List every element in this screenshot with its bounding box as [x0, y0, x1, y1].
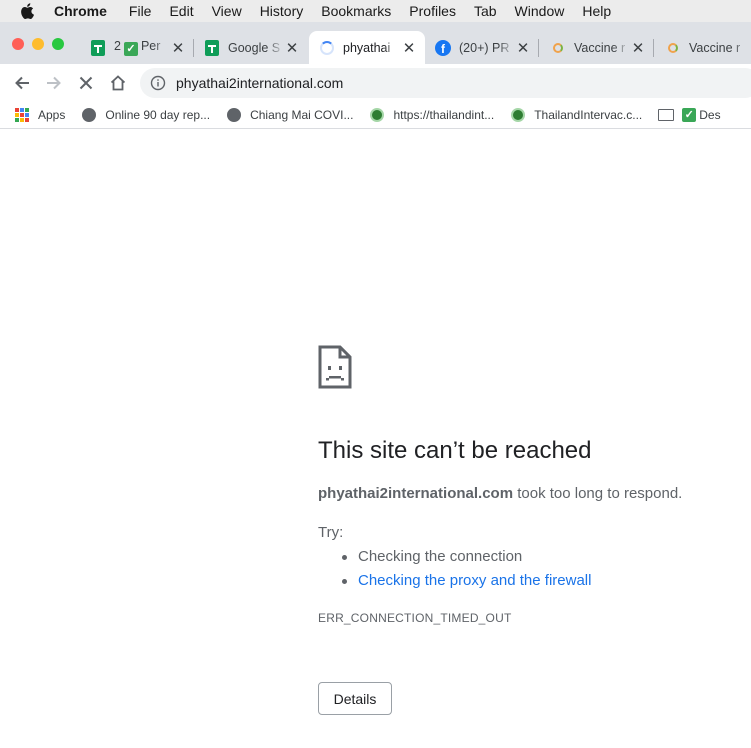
window-close-button[interactable]: [12, 38, 24, 50]
close-tab-icon[interactable]: ✕: [630, 39, 646, 57]
menu-tab[interactable]: Tab: [474, 3, 497, 19]
globe-icon: [226, 107, 242, 123]
bookmark-thailandintervac[interactable]: ThailandIntervac.c...: [510, 107, 642, 123]
menu-edit[interactable]: Edit: [169, 3, 193, 19]
bookmark-folder-des[interactable]: ✓ Des: [658, 107, 721, 123]
bookmark-label: Online 90 day rep...: [105, 108, 211, 122]
tab-1[interactable]: 2 ✓ Per ✕: [80, 31, 194, 64]
menu-app-chrome[interactable]: Chrome: [54, 3, 107, 19]
apple-icon[interactable]: [18, 3, 36, 19]
suggestion-check-connection: Checking the connection: [340, 548, 591, 572]
thai-site-icon: [510, 107, 526, 123]
vaccine-site-icon: [550, 40, 566, 56]
site-info-icon[interactable]: [150, 75, 166, 91]
bookmark-apps[interactable]: Apps: [14, 107, 65, 123]
vaccine-site-icon: [665, 40, 681, 56]
stop-loading-icon[interactable]: [70, 67, 102, 99]
globe-icon: [81, 107, 97, 123]
window-zoom-button[interactable]: [52, 38, 64, 50]
thai-site-icon: [369, 107, 385, 123]
sad-document-icon: [318, 345, 352, 394]
bookmark-label: Apps: [38, 108, 66, 122]
facebook-icon: f: [435, 39, 451, 56]
error-host: phyathai2international.com: [318, 485, 514, 502]
close-tab-icon[interactable]: ✕: [284, 39, 300, 57]
back-arrow-icon[interactable]: [6, 67, 38, 99]
browser-toolbar: phyathai2international.com: [0, 64, 751, 102]
close-tab-icon[interactable]: ✕: [401, 39, 417, 57]
window-minimize-button[interactable]: [32, 38, 44, 50]
tab-title: Google S: [228, 40, 281, 55]
check-mark-icon: ✓: [123, 42, 138, 56]
google-sheets-icon: [90, 39, 106, 56]
try-label: Try:: [318, 524, 344, 541]
home-icon[interactable]: [102, 67, 134, 99]
tab-title: Vaccine r: [574, 40, 626, 55]
menu-history[interactable]: History: [260, 3, 304, 19]
url-text[interactable]: phyathai2international.com: [176, 75, 343, 91]
menu-profiles[interactable]: Profiles: [409, 3, 456, 19]
error-title: This site can’t be reached: [318, 437, 592, 464]
bookmark-thailandint[interactable]: https://thailandint...: [369, 107, 494, 123]
bookmark-label: ThailandIntervac.c...: [534, 108, 643, 122]
mac-menu-bar: Chrome File Edit View History Bookmarks …: [0, 0, 751, 22]
bookmark-online-90-day[interactable]: Online 90 day rep...: [81, 107, 210, 123]
close-tab-icon[interactable]: ✕: [515, 39, 531, 57]
menu-bookmarks[interactable]: Bookmarks: [321, 3, 391, 19]
tab-title: Vaccine r: [689, 40, 741, 55]
suggestion-proxy-firewall-link[interactable]: Checking the proxy and the firewall: [340, 572, 591, 596]
folder-icon: [658, 107, 675, 123]
tab-3-active[interactable]: phyathai ✕: [309, 31, 425, 64]
suggestions-list: Checking the connection Checking the pro…: [340, 548, 591, 596]
menu-help[interactable]: Help: [582, 3, 611, 19]
check-mark-icon: ✓: [682, 108, 697, 122]
tab-4[interactable]: f (20+) PR ✕: [425, 31, 539, 64]
loading-spinner-icon: [319, 40, 335, 56]
forward-arrow-icon[interactable]: [38, 67, 70, 99]
apps-grid-icon: [14, 107, 30, 123]
error-code: ERR_CONNECTION_TIMED_OUT: [318, 611, 512, 625]
tab-title: 2 ✓ Per: [114, 39, 161, 56]
tab-2[interactable]: Google S ✕: [194, 31, 308, 64]
tab-strip: 2 ✓ Per ✕ Google S ✕ phyathai ✕ f (20+) PR…: [0, 22, 751, 64]
bookmark-label: Chiang Mai COVI...: [250, 108, 354, 122]
details-button[interactable]: Details: [318, 682, 392, 715]
tab-6[interactable]: Vaccine r: [655, 31, 751, 64]
tab-title: (20+) PR: [459, 40, 510, 55]
tab-title: phyathai: [343, 40, 391, 55]
error-message: phyathai2international.com took too long…: [318, 485, 683, 502]
bookmarks-bar: Apps Online 90 day rep... Chiang Mai COV…: [0, 102, 751, 129]
bookmark-chiang-mai-covid[interactable]: Chiang Mai COVI...: [226, 107, 353, 123]
window-controls: [12, 38, 64, 50]
menu-view[interactable]: View: [212, 3, 242, 19]
tab-5[interactable]: Vaccine r ✕: [540, 31, 654, 64]
bookmark-label: Des: [699, 108, 721, 122]
menu-file[interactable]: File: [129, 3, 152, 19]
menu-window[interactable]: Window: [515, 3, 565, 19]
address-bar[interactable]: phyathai2international.com: [140, 68, 751, 98]
close-tab-icon[interactable]: ✕: [170, 39, 186, 57]
bookmark-label: https://thailandint...: [393, 108, 495, 122]
google-sheets-icon: [204, 39, 220, 56]
